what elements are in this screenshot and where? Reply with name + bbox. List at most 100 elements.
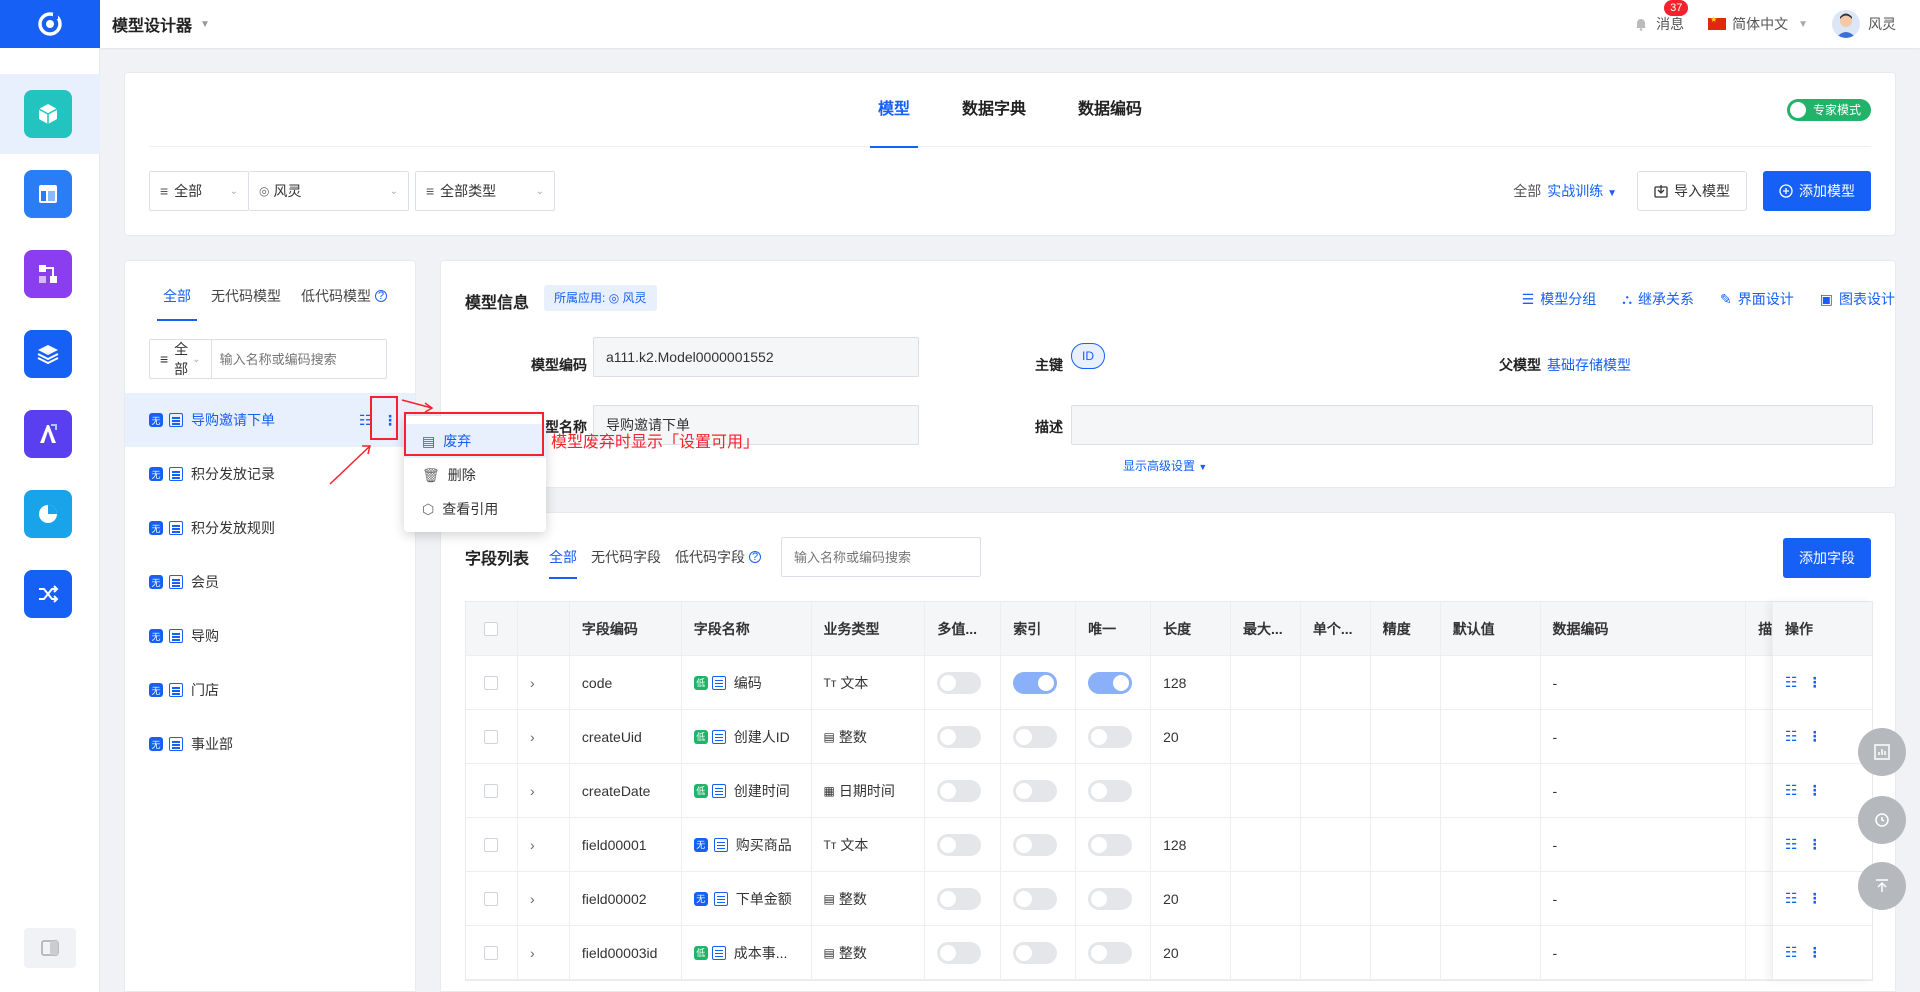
unique-switch[interactable] [1088,725,1133,748]
tab-model[interactable]: 模型 [869,73,919,148]
select-all-checkbox[interactable] [484,621,499,636]
multi-value-switch[interactable] [937,887,982,910]
index-switch[interactable] [1013,941,1058,964]
rail-report[interactable] [24,490,72,538]
help-icon[interactable]: ? [749,551,762,563]
row-checkbox[interactable] [484,891,499,906]
app-logo[interactable] [0,0,100,48]
app-switch-caret-icon[interactable]: ▼ [200,19,210,30]
table-row[interactable]: › field00002 无 下单金额 ▤ 整数 20 - [466,871,1872,926]
model-code-field[interactable]: a111.k2.Model0000001552 [593,337,919,377]
list-item[interactable]: 无 积分发放记录 [125,447,415,501]
expert-mode-toggle[interactable]: 专家模式 [1786,99,1871,121]
settings-sliders-icon[interactable]: ☷ [1785,728,1798,745]
table-row[interactable]: › code 低 编码 Tт 文本 128 - [466,655,1872,710]
tab-no-code-models[interactable]: 无代码模型 [211,261,281,331]
inheritance-button[interactable]: ⛬ 继承关系 [1622,289,1694,309]
multi-value-switch[interactable] [937,833,982,856]
language-switcher[interactable]: 简体中文 ▼ [1708,14,1808,34]
table-row[interactable]: › createUid 低 创建人ID ▤ 整数 20 - [466,709,1872,764]
tab-all-models[interactable]: 全部 [157,261,197,331]
list-item[interactable]: 无 门店 [125,663,415,717]
chevron-right-icon[interactable]: › [530,891,535,907]
rail-model-designer[interactable] [24,90,72,138]
model-search-input[interactable] [211,340,404,378]
add-field-button[interactable]: 添加字段 [1783,538,1871,578]
type-select[interactable]: ≡ 全部类型 ⌄ [415,171,555,211]
unique-switch[interactable] [1088,833,1133,856]
index-switch[interactable] [1013,671,1058,694]
tab-all-fields[interactable]: 全部 [549,541,578,579]
chevron-right-icon[interactable]: › [530,675,535,691]
chevron-right-icon[interactable]: › [530,729,535,745]
description-field[interactable] [1071,405,1873,445]
owner-select[interactable]: ◎ 风灵 ⌄ [249,171,409,211]
unique-switch[interactable] [1088,779,1133,802]
row-checkbox[interactable] [484,675,499,690]
row-checkbox[interactable] [484,783,499,798]
chevron-right-icon[interactable]: › [530,837,535,853]
floating-history-button[interactable] [1858,796,1906,844]
chevron-right-icon[interactable]: › [530,945,535,961]
chart-design-button[interactable]: ▣ 图表设计 [1820,289,1895,309]
scope-select[interactable]: ≡ 全部 ⌄ [149,171,249,211]
primary-key-chip[interactable]: ID [1071,343,1105,369]
index-switch[interactable] [1013,725,1058,748]
row-checkbox[interactable] [484,729,499,744]
settings-sliders-icon[interactable]: ☷ [1785,782,1798,799]
multi-value-switch[interactable] [937,779,982,802]
table-row[interactable]: › createDate 低 创建时间 ▦ 日期时间 - [466,763,1872,818]
rail-flow-designer[interactable] [24,250,72,298]
rail-page-designer[interactable] [24,170,72,218]
training-dropdown[interactable]: 实战训练 ▼ [1547,181,1617,201]
table-row[interactable]: › field00001 无 购买商品 Tт 文本 128 - [466,817,1872,872]
rail-ai[interactable] [24,410,72,458]
back-to-top-button[interactable] [1858,862,1906,910]
list-item[interactable]: 无 积分发放规则 [125,501,415,555]
messages-button[interactable]: 消息 37 [1634,0,1689,34]
row-checkbox[interactable] [484,837,499,852]
tab-data-dictionary[interactable]: 数据字典 [962,73,1026,147]
list-item[interactable]: 无 导购 [125,609,415,663]
tab-low-code-fields[interactable]: 低代码字段 [675,541,745,573]
more-vertical-icon[interactable]: ⋮ [1808,944,1822,961]
settings-sliders-icon[interactable]: ☷ [1785,944,1798,961]
menu-item-delete[interactable]: 🗑 删除 [404,458,546,492]
help-icon[interactable]: ? [375,290,387,302]
model-scope-select[interactable]: ≡ 全部 ⌄ [150,340,212,378]
list-item[interactable]: 无 事业部 [125,717,415,771]
floating-chart-button[interactable] [1858,728,1906,776]
user-menu[interactable]: 风灵 [1832,10,1896,38]
rail-integration[interactable] [24,570,72,618]
unique-switch[interactable] [1088,941,1133,964]
chevron-right-icon[interactable]: › [530,783,535,799]
multi-value-switch[interactable] [937,941,982,964]
index-switch[interactable] [1013,887,1058,910]
table-row[interactable]: › field00003id 低 成本事... ▤ 整数 20 - [466,925,1872,980]
ui-design-button[interactable]: ✎ 界面设计 [1720,289,1794,309]
settings-sliders-icon[interactable]: ☷ [1785,890,1798,907]
more-vertical-icon[interactable]: ⋮ [1808,728,1822,745]
unique-switch[interactable] [1088,887,1133,910]
more-vertical-icon[interactable]: ⋮ [1808,674,1822,691]
index-switch[interactable] [1013,779,1058,802]
add-model-button[interactable]: 添加模型 [1763,171,1871,211]
more-vertical-icon[interactable]: ⋮ [1808,836,1822,853]
advanced-settings-toggle[interactable]: 显示高级设置 ▼ [1123,457,1207,474]
settings-sliders-icon[interactable]: ☷ [1785,836,1798,853]
menu-item-view-references[interactable]: ⬡ 查看引用 [404,492,546,526]
multi-value-switch[interactable] [937,725,982,748]
row-checkbox[interactable] [484,945,499,960]
model-group-button[interactable]: ☰ 模型分组 [1522,289,1597,309]
tab-no-code-fields[interactable]: 无代码字段 [591,541,661,573]
tab-low-code-models[interactable]: 低代码模型 [301,261,371,331]
rail-layers[interactable] [24,330,72,378]
tab-data-encoding[interactable]: 数据编码 [1078,73,1142,147]
index-switch[interactable] [1013,833,1058,856]
list-item[interactable]: 无 会员 [125,555,415,609]
parent-model-link[interactable]: 基础存储模型 [1547,355,1631,375]
multi-value-switch[interactable] [937,671,982,694]
unique-switch[interactable] [1088,671,1133,694]
settings-sliders-icon[interactable]: ☷ [1785,674,1798,691]
more-vertical-icon[interactable]: ⋮ [1808,890,1822,907]
